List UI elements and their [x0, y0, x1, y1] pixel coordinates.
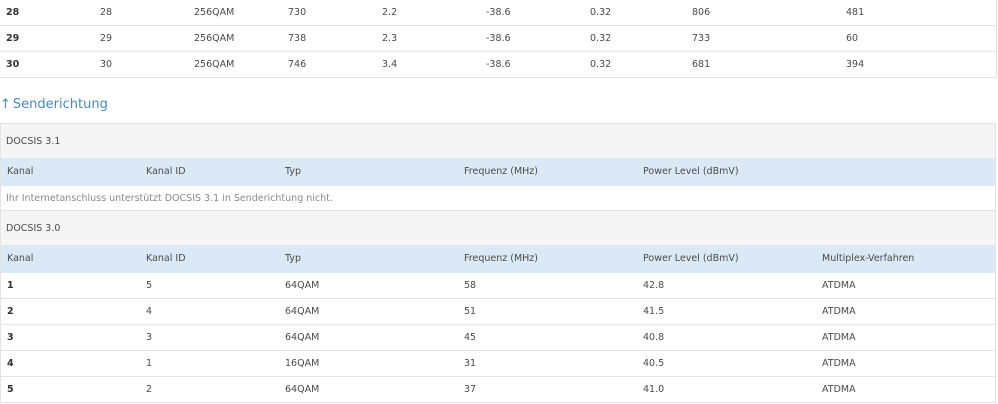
cell-frequenz: 37 [464, 384, 477, 395]
cell-modulation: 256QAM [194, 7, 235, 18]
cell-latenz: 0.32 [590, 7, 612, 18]
header-power-level: Power Level (dBmV) [643, 166, 739, 177]
cell-kanal: 2 [7, 306, 14, 317]
table-row: 3 3 64QAM 45 40.8 ATDMA [1, 325, 995, 351]
header-frequenz: Frequenz (MHz) [464, 253, 538, 264]
header-kanal: Kanal [7, 166, 34, 177]
cell-multiplex: ATDMA [822, 280, 856, 291]
header-kanal-id: Kanal ID [146, 166, 186, 177]
cell-frequenz: 746 [288, 59, 307, 70]
cell-korr: 806 [692, 7, 711, 18]
docsis31-notice: Ihr Internetanschluss unterstützt DOCSIS… [1, 186, 995, 211]
table-row: 5 2 64QAM 37 41.0 ATDMA [1, 377, 995, 403]
docsis31-label: DOCSIS 3.1 [1, 123, 995, 158]
cell-kanal-id: 3 [146, 332, 153, 343]
cell-typ: 16QAM [285, 358, 320, 369]
cell-frequenz: 31 [464, 358, 477, 369]
arrow-up-icon: ↑ [0, 97, 11, 112]
cell-kanal: 4 [7, 358, 14, 369]
docsis30-label: DOCSIS 3.0 [1, 210, 995, 245]
table-row: 30 30 256QAM 746 3.4 -38.6 0.32 681 394 [0, 52, 996, 78]
cell-kanal: 29 [6, 33, 20, 44]
cell-power: 40.5 [643, 358, 665, 369]
cell-multiplex: ATDMA [822, 358, 856, 369]
docsis30-block: DOCSIS 3.0 Kanal Kanal ID Typ Frequenz (… [0, 210, 996, 403]
cell-kanal-id: 28 [100, 7, 113, 18]
docsis30-table-header: Kanal Kanal ID Typ Frequenz (MHz) Power … [1, 245, 995, 273]
cell-power: 41.0 [643, 384, 665, 395]
table-row: 4 1 16QAM 31 40.5 ATDMA [1, 351, 995, 377]
cell-typ: 64QAM [285, 332, 320, 343]
header-typ: Typ [285, 166, 301, 177]
cell-multiplex: ATDMA [822, 384, 856, 395]
cell-power: 2.3 [382, 33, 398, 44]
cell-multiplex: ATDMA [822, 332, 856, 343]
cell-frequenz: 738 [288, 33, 307, 44]
header-kanal-id: Kanal ID [146, 253, 186, 264]
cell-nonkorr: 481 [846, 7, 865, 18]
cell-power: 2.2 [382, 7, 398, 18]
downstream-table: 28 28 256QAM 730 2.2 -38.6 0.32 806 481 … [0, 0, 997, 78]
cell-kanal: 3 [7, 332, 14, 343]
header-frequenz: Frequenz (MHz) [464, 166, 538, 177]
header-kanal: Kanal [7, 253, 34, 264]
cell-kanal-id: 1 [146, 358, 153, 369]
table-row: 1 5 64QAM 58 42.8 ATDMA [1, 273, 995, 299]
docsis31-block: DOCSIS 3.1 Kanal Kanal ID Typ Frequenz (… [0, 123, 996, 211]
cell-nonkorr: 60 [846, 33, 859, 44]
cell-modulation: 256QAM [194, 33, 235, 44]
cell-power: 3.4 [382, 59, 398, 70]
cell-kanal: 5 [7, 384, 14, 395]
cell-kanal: 28 [6, 7, 20, 18]
upstream-section-title: Senderichtung [12, 97, 108, 112]
cell-power: 40.8 [643, 332, 665, 343]
cell-mse: -38.6 [486, 7, 511, 18]
cell-nonkorr: 394 [846, 59, 865, 70]
cell-frequenz: 51 [464, 306, 477, 317]
cell-power: 41.5 [643, 306, 665, 317]
cell-mse: -38.6 [486, 33, 511, 44]
cell-frequenz: 45 [464, 332, 477, 343]
table-row: 28 28 256QAM 730 2.2 -38.6 0.32 806 481 [0, 0, 996, 26]
cell-korr: 681 [692, 59, 711, 70]
cell-typ: 64QAM [285, 306, 320, 317]
cell-kanal-id: 5 [146, 280, 153, 291]
table-row: 29 29 256QAM 738 2.3 -38.6 0.32 733 60 [0, 26, 996, 52]
cell-latenz: 0.32 [590, 59, 612, 70]
header-multiplex: Multiplex-Verfahren [822, 253, 915, 264]
cell-frequenz: 58 [464, 280, 477, 291]
header-power-level: Power Level (dBmV) [643, 253, 739, 264]
docsis31-table-header: Kanal Kanal ID Typ Frequenz (MHz) Power … [1, 158, 995, 186]
upstream-section-link[interactable]: ↑ Senderichtung [0, 96, 108, 114]
cell-kanal-id: 30 [100, 59, 113, 70]
cell-latenz: 0.32 [590, 33, 612, 44]
cell-kanal: 1 [7, 280, 14, 291]
cell-typ: 64QAM [285, 280, 320, 291]
cell-modulation: 256QAM [194, 59, 235, 70]
table-row: 2 4 64QAM 51 41.5 ATDMA [1, 299, 995, 325]
cell-kanal: 30 [6, 59, 20, 70]
cell-kanal-id: 2 [146, 384, 153, 395]
header-typ: Typ [285, 253, 301, 264]
cell-kanal-id: 4 [146, 306, 153, 317]
cell-multiplex: ATDMA [822, 306, 856, 317]
cell-mse: -38.6 [486, 59, 511, 70]
cell-power: 42.8 [643, 280, 665, 291]
cell-frequenz: 730 [288, 7, 307, 18]
cell-korr: 733 [692, 33, 711, 44]
cell-kanal-id: 29 [100, 33, 113, 44]
cell-typ: 64QAM [285, 384, 320, 395]
